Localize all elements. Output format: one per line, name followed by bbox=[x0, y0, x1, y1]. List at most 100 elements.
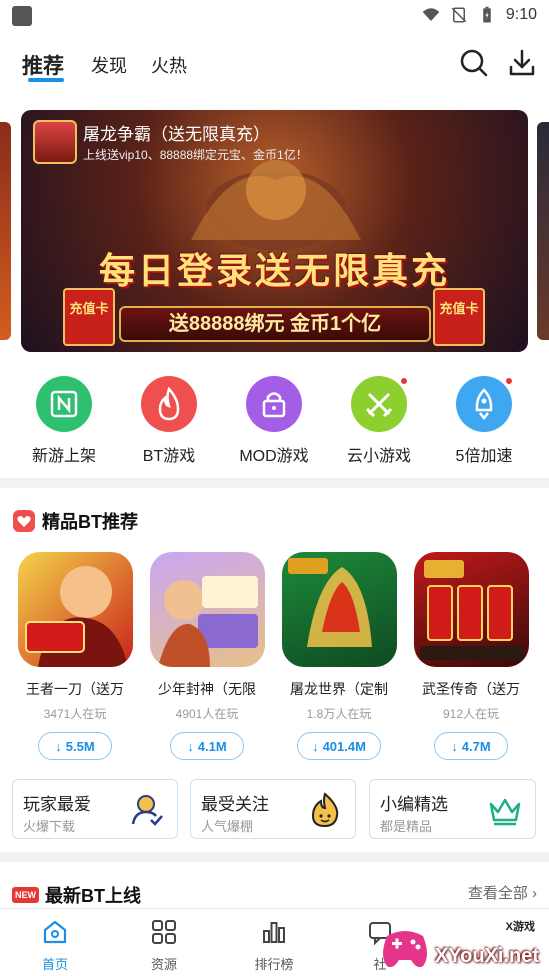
entry-cloud-games[interactable]: 云小游戏 bbox=[329, 376, 429, 466]
status-icons: 9:10 bbox=[422, 6, 537, 24]
bottom-tab-label: 首页 bbox=[41, 957, 68, 972]
banner-carousel[interactable]: 屠龙争霸（送无限真充） 上线送vip10、88888绑定元宝、金币1亿！ 每日登… bbox=[0, 108, 549, 354]
latest-title-group: NEW 最新BT上线 bbox=[12, 882, 141, 908]
download-button[interactable]: ↓ 401.4M bbox=[297, 732, 381, 760]
crown-icon bbox=[489, 798, 521, 826]
game-card[interactable]: 王者一刀（送万 3471人在玩 ↓ 5.5M bbox=[11, 552, 139, 760]
bottom-tab-resources[interactable]: 资源 bbox=[124, 919, 204, 973]
banner-strip: 送88888绑元 金币1个亿 bbox=[119, 306, 431, 342]
flame-icon bbox=[141, 376, 197, 432]
game-name: 屠龙世界（定制 bbox=[290, 681, 388, 697]
tab-discover[interactable]: 发现 bbox=[91, 52, 127, 78]
game-players: 1.8万人在玩 bbox=[306, 707, 372, 721]
entry-bt-games[interactable]: BT游戏 bbox=[119, 376, 219, 466]
game-icon[interactable] bbox=[281, 552, 397, 667]
download-arrow-icon: ↓ bbox=[55, 738, 62, 754]
quick-entry-row: 新游上架 BT游戏 MOD游戏 云小游戏 5倍加速 bbox=[0, 376, 549, 466]
card-editor-picks[interactable]: 小编精选 都是精品 bbox=[369, 779, 536, 839]
entry-label: 新游上架 bbox=[31, 448, 96, 465]
game-icon[interactable] bbox=[149, 552, 265, 667]
watermark-small-text: X游戏 bbox=[505, 921, 535, 933]
heart-badge-icon bbox=[13, 510, 35, 532]
active-tab-indicator bbox=[28, 78, 64, 82]
section-divider bbox=[0, 478, 549, 488]
download-size: 5.5M bbox=[65, 738, 95, 754]
card-subtitle: 火爆下载 bbox=[23, 819, 76, 834]
new-game-icon bbox=[36, 376, 92, 432]
card-most-followed[interactable]: 最受关注 人气爆棚 bbox=[190, 779, 356, 839]
feature-cards: 玩家最爱 火爆下载 最受关注 人气爆棚 小编精选 都是精品 bbox=[0, 779, 549, 841]
game-card[interactable]: 少年封神（无限 4901人在玩 ↓ 4.1M bbox=[143, 552, 271, 760]
download-icon[interactable] bbox=[507, 48, 537, 78]
entry-speed-up[interactable]: 5倍加速 bbox=[434, 376, 534, 466]
bar-chart-icon bbox=[263, 922, 285, 943]
banner-title: 屠龙争霸（送无限真充） bbox=[83, 125, 270, 144]
card-title: 小编精选 bbox=[380, 795, 448, 814]
crossed-swords-icon bbox=[351, 376, 409, 432]
new-dot-badge bbox=[504, 376, 514, 386]
entry-label: 云小游戏 bbox=[346, 448, 411, 465]
card-title: 最受关注 bbox=[201, 795, 269, 814]
top-nav: 推荐 发现 火热 bbox=[0, 40, 549, 90]
card-subtitle: 人气爆棚 bbox=[201, 819, 254, 834]
entry-label: MOD游戏 bbox=[239, 448, 309, 465]
download-size: 401.4M bbox=[322, 738, 366, 754]
bt-game-list: 王者一刀（送万 3471人在玩 ↓ 5.5M 少年封神（无限 4901人在玩 ↓… bbox=[0, 552, 549, 762]
status-bar: 9:10 bbox=[0, 0, 549, 32]
entry-mod-games[interactable]: MOD游戏 bbox=[224, 376, 324, 466]
banner-warrior-art bbox=[191, 160, 361, 250]
bottom-tab-ranking[interactable]: 排行榜 bbox=[234, 919, 314, 973]
bottom-tab-label: 资源 bbox=[150, 957, 177, 972]
section-divider bbox=[0, 852, 549, 862]
game-players: 3471人在玩 bbox=[43, 707, 107, 721]
game-players: 4901人在玩 bbox=[175, 707, 239, 721]
no-sim-icon bbox=[451, 7, 467, 23]
chevron-right-icon: › bbox=[532, 885, 537, 902]
tab-hot[interactable]: 火热 bbox=[151, 52, 187, 78]
banner-headline: 每日登录送无限真充 bbox=[98, 250, 450, 291]
banner-prev-peek[interactable] bbox=[0, 122, 11, 340]
lock-icon bbox=[246, 376, 302, 432]
download-size: 4.1M bbox=[197, 738, 227, 754]
rocket-icon bbox=[456, 376, 514, 432]
download-size: 4.7M bbox=[461, 738, 491, 754]
tab-recommend[interactable]: 推荐 bbox=[22, 50, 64, 80]
game-icon[interactable] bbox=[17, 552, 133, 667]
app-notification-icon bbox=[12, 6, 32, 26]
game-card[interactable]: 武圣传奇（送万 912人在玩 ↓ 4.7M bbox=[407, 552, 535, 760]
search-icon[interactable] bbox=[459, 48, 489, 78]
recharge-card-right: 充值卡 bbox=[433, 288, 485, 346]
view-all-link[interactable]: 查看全部 › bbox=[468, 882, 537, 903]
recharge-card-left: 充值卡 bbox=[63, 288, 115, 346]
section-title: 精品BT推荐 bbox=[42, 512, 138, 532]
entry-label: BT游戏 bbox=[142, 448, 196, 465]
card-title: 玩家最爱 bbox=[23, 795, 91, 814]
grid-icon bbox=[152, 920, 176, 944]
section-title: 最新BT上线 bbox=[45, 886, 141, 906]
battery-icon bbox=[483, 6, 491, 23]
wifi-icon bbox=[422, 8, 440, 21]
download-arrow-icon: ↓ bbox=[451, 738, 458, 754]
bottom-tab-home[interactable]: 首页 bbox=[15, 919, 95, 973]
new-badge-icon: NEW bbox=[12, 887, 39, 903]
game-players: 912人在玩 bbox=[442, 707, 500, 721]
game-name: 王者一刀（送万 bbox=[26, 681, 124, 697]
latest-section-header: NEW 最新BT上线 查看全部 › bbox=[0, 876, 549, 910]
game-name: 武圣传奇（送万 bbox=[422, 681, 520, 697]
download-button[interactable]: ↓ 4.7M bbox=[434, 732, 508, 760]
game-icon[interactable] bbox=[413, 552, 529, 667]
smiley-flame-icon bbox=[311, 792, 339, 828]
game-card[interactable]: 屠龙世界（定制 1.8万人在玩 ↓ 401.4M bbox=[275, 552, 403, 760]
watermark-text: XYouXi.net bbox=[434, 945, 539, 967]
banner-next-peek[interactable] bbox=[537, 122, 549, 340]
game-name: 少年封神（无限 bbox=[158, 681, 256, 697]
card-player-favorite[interactable]: 玩家最爱 火爆下载 bbox=[12, 779, 178, 839]
download-arrow-icon: ↓ bbox=[312, 738, 319, 754]
bottom-tab-label: 排行榜 bbox=[254, 957, 294, 972]
card-subtitle: 都是精品 bbox=[380, 819, 433, 834]
entry-new-games[interactable]: 新游上架 bbox=[14, 376, 114, 466]
user-check-icon bbox=[131, 795, 163, 826]
download-button[interactable]: ↓ 4.1M bbox=[170, 732, 244, 760]
banner-slide[interactable]: 屠龙争霸（送无限真充） 上线送vip10、88888绑定元宝、金币1亿！ 每日登… bbox=[21, 110, 528, 352]
download-button[interactable]: ↓ 5.5M bbox=[38, 732, 112, 760]
